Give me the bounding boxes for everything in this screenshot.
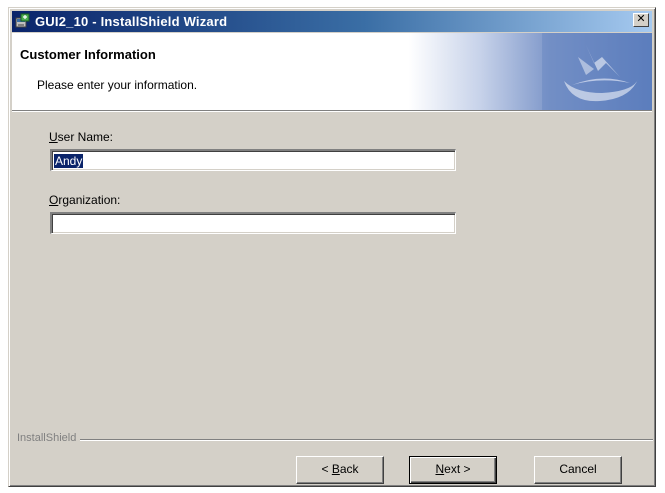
title-bar[interactable]: GUI2_10 - InstallShield Wizard ✕ (12, 11, 652, 32)
organization-label: Organization: (49, 193, 120, 207)
back-button-label: ack (339, 462, 359, 476)
user-name-input[interactable]: Andy (50, 149, 456, 171)
page-subtitle: Please enter your information. (37, 78, 198, 92)
cancel-button-label: Cancel (559, 462, 597, 476)
installer-window: GUI2_10 - InstallShield Wizard ✕ Custome… (8, 7, 656, 487)
organization-input[interactable] (50, 212, 456, 234)
cancel-button[interactable]: Cancel (534, 456, 622, 484)
window-title: GUI2_10 - InstallShield Wizard (35, 14, 228, 29)
back-button[interactable]: < Back (296, 456, 384, 484)
user-name-value: Andy (54, 154, 84, 168)
user-name-label: User Name: (49, 130, 113, 144)
back-access-key: B (331, 462, 340, 476)
close-icon: ✕ (636, 13, 646, 25)
banner-divider (12, 110, 652, 112)
installshield-branding: InstallShield (17, 432, 653, 446)
next-access-key: N (435, 462, 445, 476)
close-button[interactable]: ✕ (633, 13, 649, 27)
next-button[interactable]: Next > (409, 456, 497, 484)
back-button-prefix: < (321, 462, 332, 476)
organization-access-key: O (49, 193, 59, 207)
next-button-label: ext > (444, 462, 471, 476)
user-name-label-text: ser Name: (57, 130, 114, 144)
user-name-access-key: U (49, 130, 58, 144)
installer-icon (15, 13, 30, 28)
header-banner: Customer Information Please enter your i… (12, 33, 652, 110)
installshield-logo-icon (542, 33, 652, 110)
brand-label: InstallShield (17, 432, 81, 444)
footer-divider (17, 439, 653, 441)
page-title: Customer Information (20, 47, 156, 62)
organization-label-text: rganization: (58, 193, 121, 207)
